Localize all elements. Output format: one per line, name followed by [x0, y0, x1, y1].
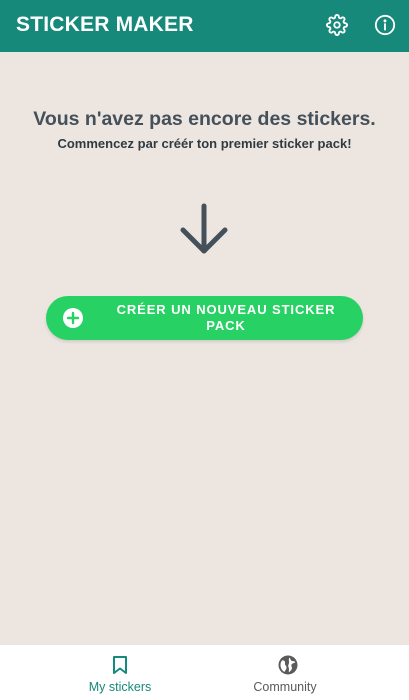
globe-icon — [278, 655, 298, 675]
main-content: Vous n'avez pas encore des stickers. Com… — [0, 52, 409, 644]
nav-item-my-stickers[interactable]: My stickers — [0, 645, 204, 700]
empty-state-subtitle: Commencez par créér ton premier sticker … — [57, 136, 352, 151]
create-button-label: CRÉER UN NOUVEAU STICKER PACK — [116, 302, 336, 333]
empty-state-title: Vous n'avez pas encore des stickers. — [33, 108, 376, 130]
app-bar: STICKER MAKER — [0, 0, 409, 52]
gear-icon — [326, 14, 348, 36]
arrow-down-icon — [180, 203, 228, 254]
bottom-navigation: My stickers Community — [0, 644, 409, 700]
settings-button[interactable] — [324, 12, 350, 38]
app-title: STICKER MAKER — [16, 13, 194, 36]
bookmark-icon — [113, 656, 127, 674]
nav-label-community: Community — [253, 680, 317, 694]
plus-circle-icon — [63, 308, 83, 328]
nav-item-community[interactable]: Community — [205, 645, 409, 700]
info-icon — [374, 14, 396, 36]
create-sticker-pack-button[interactable]: CRÉER UN NOUVEAU STICKER PACK — [46, 296, 363, 340]
info-button[interactable] — [372, 12, 398, 38]
